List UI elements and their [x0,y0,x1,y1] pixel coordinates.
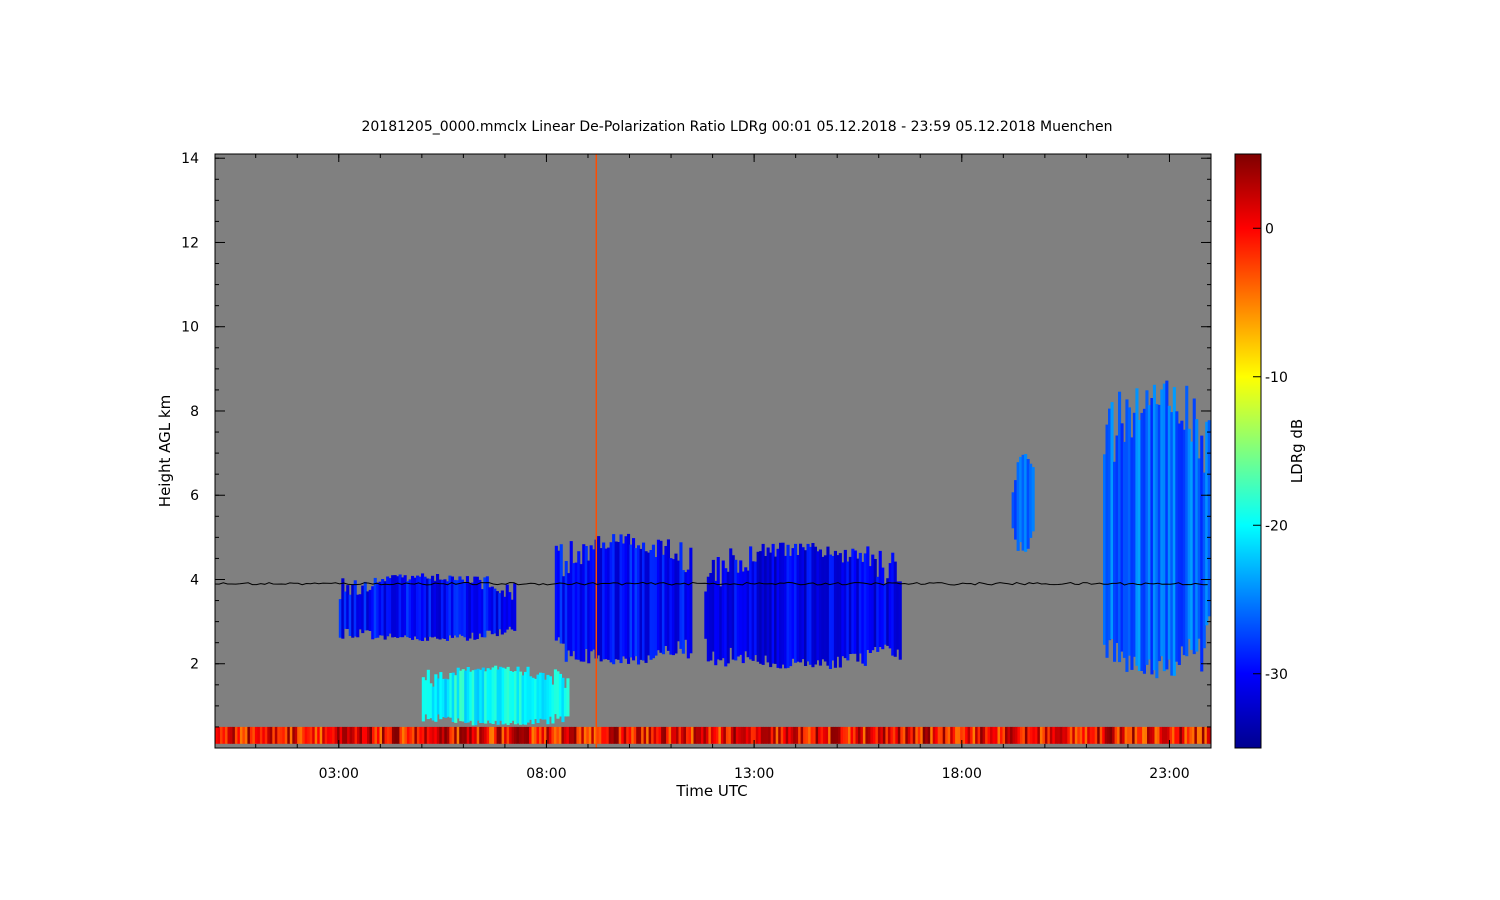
ldr-chart: 20181205_0000.mmclx Linear De-Polarizati… [156,119,1306,800]
chart-title: 20181205_0000.mmclx Linear De-Polarizati… [361,119,1112,135]
x-tick-label: 03:00 [319,766,359,782]
colorbar-tick-label: -20 [1265,518,1288,534]
y-tick-label: 12 [181,235,199,251]
x-tick-label: 13:00 [734,766,774,782]
colorbar-label: LDRg dB [1288,419,1306,483]
region-late-cloud [1103,380,1211,679]
x-tick-label: 08:00 [526,766,566,782]
y-tick-label: 10 [181,320,199,336]
colorbar-tick-label: 0 [1265,221,1274,237]
y-tick-label: 6 [190,488,199,504]
colorbar-tick-label: -30 [1265,667,1288,683]
colorbar-tick-label: -10 [1265,370,1288,386]
y-tick-label: 2 [190,657,199,673]
colorbar [1234,153,1262,749]
y-tick-label: 8 [190,404,199,420]
x-axis-label: Time UTC [675,782,747,800]
region-midday-cloud [704,542,902,669]
region-surface-clutter [215,726,1211,744]
x-tick-label: 18:00 [942,766,982,782]
y-axis-label: Height AGL km [156,395,174,507]
x-tick-label: 23:00 [1149,766,1189,782]
plot-background [215,154,1211,748]
y-tick-label: 4 [190,572,199,588]
y-tick-label: 14 [181,151,199,167]
